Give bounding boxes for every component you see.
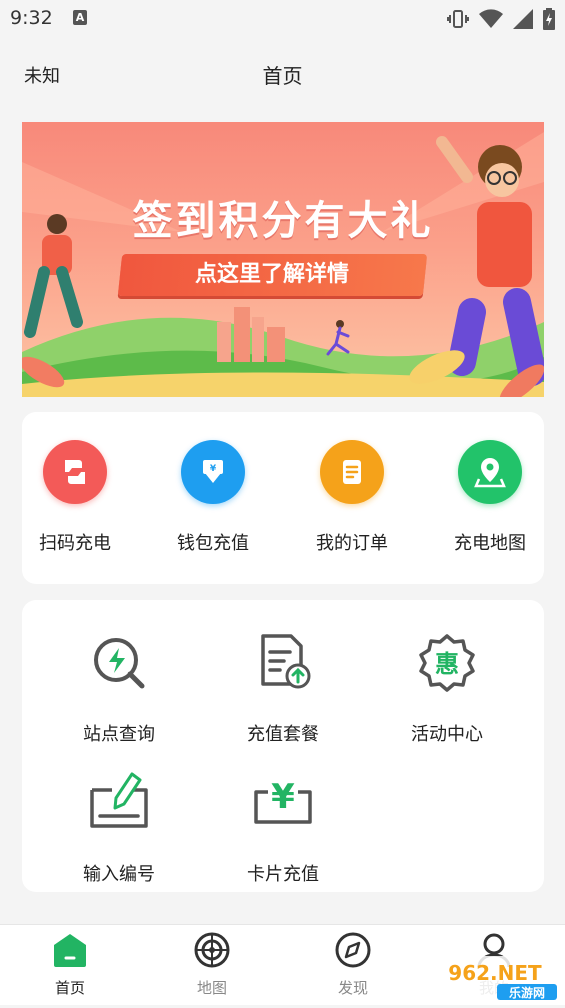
nav-item-discover[interactable]: 发现	[308, 931, 398, 998]
map-pin-icon	[458, 440, 522, 504]
quick-action-label: 扫码充电	[39, 533, 111, 554]
banner-headline: 签到积分有大礼	[132, 198, 434, 244]
status-bar: 9:32 A	[0, 0, 565, 38]
battery-icon	[543, 8, 555, 30]
banner-cta-label: 点这里了解详情	[195, 262, 350, 287]
recharge-package-icon	[261, 634, 311, 689]
system-icons	[447, 8, 555, 30]
order-icon	[320, 440, 384, 504]
scan-icon	[43, 440, 107, 504]
quick-action-label: 我的订单	[316, 533, 388, 554]
service-label: 卡片充值	[247, 864, 319, 885]
promotion-badge-text: 惠	[435, 650, 459, 678]
nav-item-map[interactable]: 地图	[167, 931, 257, 998]
page-title: 首页	[262, 64, 303, 88]
nav-item-home[interactable]: 首页	[25, 931, 115, 998]
service-label: 站点查询	[83, 724, 155, 745]
nav-label: 发现	[337, 979, 368, 997]
nav-label: 地图	[196, 979, 227, 997]
svg-text:¥: ¥	[210, 464, 217, 474]
service-activity-center[interactable]: 惠 活动中心	[382, 628, 512, 746]
service-label: 活动中心	[411, 724, 483, 745]
card-recharge-icon: ¥	[254, 777, 312, 824]
service-label: 输入编号	[83, 864, 155, 885]
wifi-icon	[479, 9, 503, 28]
service-recharge-package[interactable]: 充值套餐	[218, 628, 348, 746]
notification-icon: A	[73, 10, 87, 25]
quick-action-label: 充电地图	[454, 533, 526, 554]
quick-action-scan[interactable]: 扫码充电	[15, 440, 135, 555]
quick-action-charging-map[interactable]: 充电地图	[430, 440, 550, 555]
banner-cta-button[interactable]: 点这里了解详情	[117, 254, 428, 296]
service-station-search[interactable]: 站点查询	[54, 628, 184, 746]
watermark-text: 962.NET	[448, 961, 542, 985]
input-number-icon	[90, 772, 148, 828]
app-header: 未知 首页	[0, 44, 565, 102]
compass-icon	[335, 932, 371, 968]
watermark-subtext: 乐游网	[509, 985, 545, 1000]
service-card-recharge[interactable]: ¥ 卡片充值	[218, 768, 348, 886]
quick-action-orders[interactable]: 我的订单	[292, 440, 412, 555]
home-icon	[54, 934, 86, 967]
station-search-icon	[94, 638, 145, 689]
signal-icon	[513, 9, 533, 29]
promotion-badge-icon: 惠	[419, 634, 475, 692]
site-watermark: 962.NET 乐游网	[425, 952, 565, 1004]
vibrate-icon	[447, 10, 469, 28]
nav-label: 首页	[54, 979, 85, 997]
status-time: 9:32	[10, 7, 53, 29]
quick-action-label: 钱包充值	[177, 533, 249, 554]
services-card: 站点查询 充值套餐 惠 活动中心 输入编号 ¥ 卡片充值	[22, 600, 544, 892]
quick-action-wallet-topup[interactable]: ¥ 钱包充值	[153, 440, 273, 555]
radar-map-icon	[194, 932, 230, 968]
wallet-topup-icon: ¥	[181, 440, 245, 504]
quick-actions-card: 扫码充电 ¥ 钱包充值 我的订单 充电地图	[22, 412, 544, 584]
promo-banner[interactable]: 签到积分有大礼 点这里了解详情	[22, 122, 544, 397]
service-input-number[interactable]: 输入编号	[54, 768, 184, 886]
service-label: 充值套餐	[247, 724, 319, 745]
card-recharge-symbol: ¥	[271, 777, 295, 817]
